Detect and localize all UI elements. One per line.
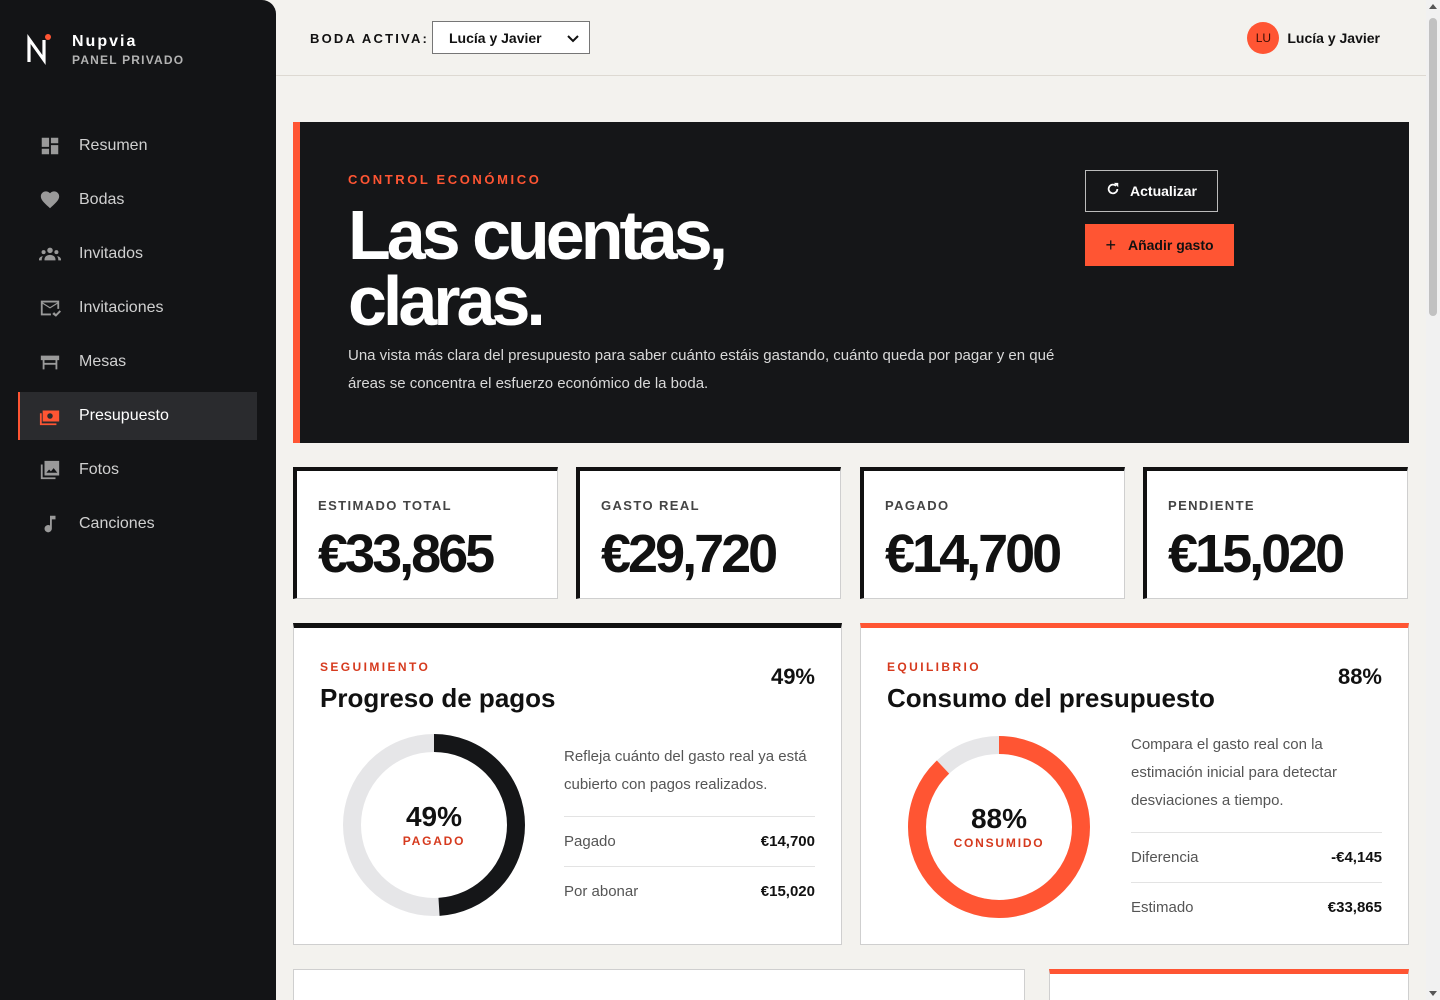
sidebar-item-canciones[interactable]: Canciones [18,500,257,548]
payments-progress-card: SEGUIMIENTO Progreso de pagos 49% 49% PA… [293,623,842,945]
card-stat-row: Diferencia -€4,145 [1131,832,1382,882]
topbar: BODA ACTIVA: Lucía y Javier LU Lucía y J… [276,0,1426,76]
kpi-label: GASTO REAL [601,498,700,513]
sidebar-item-label: Resumen [79,137,148,154]
add-expense-button[interactable]: + Añadir gasto [1085,224,1234,266]
brand-logo-icon [24,32,54,66]
kpi-label: PENDIENTE [1168,498,1256,513]
kpi-value: €14,700 [885,524,1062,584]
donut-value: 49% [405,801,463,832]
sidebar-item-bodas[interactable]: Bodas [18,176,257,224]
stat-label: Pagado [564,833,616,850]
refresh-button-label: Actualizar [1130,183,1197,199]
stat-label: Estimado [1131,899,1194,916]
stat-label: Por abonar [564,883,639,900]
kpi-card-estimated-total: ESTIMADO TOTAL €33,865 [293,467,558,599]
brand[interactable]: Nupvia PANEL PRIVADO [24,32,184,68]
stat-label: Diferencia [1131,849,1199,866]
kpi-card-pending: PENDIENTE €15,020 [1143,467,1408,599]
card-stat-row: Por abonar €15,020 [564,866,815,916]
sidebar-item-resumen[interactable]: Resumen [18,122,257,170]
page-scrollbar[interactable] [1426,0,1440,1000]
card-title: Progreso de pagos [320,683,556,713]
refresh-button[interactable]: Actualizar [1085,170,1218,212]
card-eyebrow: EQUILIBRIO [887,660,982,674]
hero-description: Una vista más clara del presupuesto para… [348,347,1055,392]
sidebar-item-label: Presupuesto [79,407,169,424]
active-wedding-select[interactable]: Lucía y Javier [432,21,590,54]
heart-icon [38,188,62,212]
dashboard-icon [38,134,62,158]
table-icon [38,350,62,374]
card-stat-row: Estimado €33,865 [1131,882,1382,932]
donut-label: PAGADO [402,834,466,848]
active-wedding-label: BODA ACTIVA: [310,31,430,46]
plus-icon: + [1105,234,1116,255]
refresh-icon [1106,182,1120,201]
user-name: Lucía y Javier [1287,30,1380,46]
kpi-card-paid: PAGADO €14,700 [860,467,1125,599]
sidebar-item-label: Mesas [79,353,127,370]
page-title-line2: claras. [348,262,546,340]
consumption-donut: 88% CONSUMIDO [904,732,1094,922]
sidebar-item-label: Invitaciones [79,299,164,316]
kpi-value: €33,865 [318,524,495,584]
hero-eyebrow: CONTROL ECONÓMICO [348,172,542,187]
stat-value: €14,700 [760,833,815,850]
scroll-down-icon[interactable] [1429,991,1437,996]
sidebar-item-presupuesto[interactable]: Presupuesto [18,392,257,440]
people-icon [38,242,62,266]
sidebar-item-mesas[interactable]: Mesas [18,338,257,386]
card-eyebrow: SEGUIMIENTO [320,660,431,674]
kpi-value: €15,020 [1168,524,1345,584]
sidebar: Nupvia PANEL PRIVADO Resumen Bodas Invit… [0,0,276,1000]
kpi-label: ESTIMADO TOTAL [318,498,452,513]
card-stat-row: Pagado €14,700 [564,816,815,866]
card-description: Compara el gasto real con la estimación … [1131,736,1337,809]
chevron-down-icon [567,30,579,46]
sidebar-item-invitados[interactable]: Invitados [18,230,257,278]
card-description: Refleja cuánto del gasto real ya está cu… [564,748,807,793]
payments-donut: 49% PAGADO [339,730,529,920]
sidebar-item-label: Invitados [79,245,144,262]
card-percent: 49% [770,664,815,689]
sidebar-nav: Resumen Bodas Invitados Invitaciones Mes… [18,122,257,554]
stat-value: €15,020 [760,883,815,900]
money-icon [38,404,62,428]
avatar: LU [1247,22,1280,54]
sidebar-item-fotos[interactable]: Fotos [18,446,257,494]
active-wedding-value: Lucía y Javier [449,29,542,46]
add-expense-button-label: Añadir gasto [1127,237,1214,253]
kpi-value: €29,720 [601,524,778,584]
scroll-up-icon[interactable] [1429,4,1437,9]
music-note-icon [38,512,62,536]
donut-value: 88% [970,803,1028,834]
page-title: Las cuentas, claras. [348,200,728,336]
brand-name: Nupvia [72,33,138,50]
scroll-thumb[interactable] [1429,18,1437,316]
kpi-label: PAGADO [885,498,950,513]
sidebar-item-invitaciones[interactable]: Invitaciones [18,284,257,332]
donut-label: CONSUMIDO [953,836,1045,850]
kpi-card-real-spend: GASTO REAL €29,720 [576,467,841,599]
mail-check-icon [38,296,62,320]
stat-value: €33,865 [1327,899,1382,916]
card-percent: 88% [1337,664,1382,689]
hero-banner: CONTROL ECONÓMICO Las cuentas, claras. U… [293,122,1409,443]
budget-consumption-card: EQUILIBRIO Consumo del presupuesto 88% 8… [860,623,1409,945]
stat-value: -€4,145 [1331,849,1382,866]
photos-icon [38,458,62,482]
bottom-card-right [1049,969,1409,1000]
user-menu[interactable]: LU Lucía y Javier [1247,22,1380,54]
card-title: Consumo del presupuesto [887,683,1215,713]
brand-subtitle: PANEL PRIVADO [72,53,185,67]
sidebar-item-label: Fotos [79,461,120,478]
sidebar-item-label: Bodas [79,191,125,208]
bottom-card-left [293,969,1025,1000]
sidebar-item-label: Canciones [79,515,155,532]
